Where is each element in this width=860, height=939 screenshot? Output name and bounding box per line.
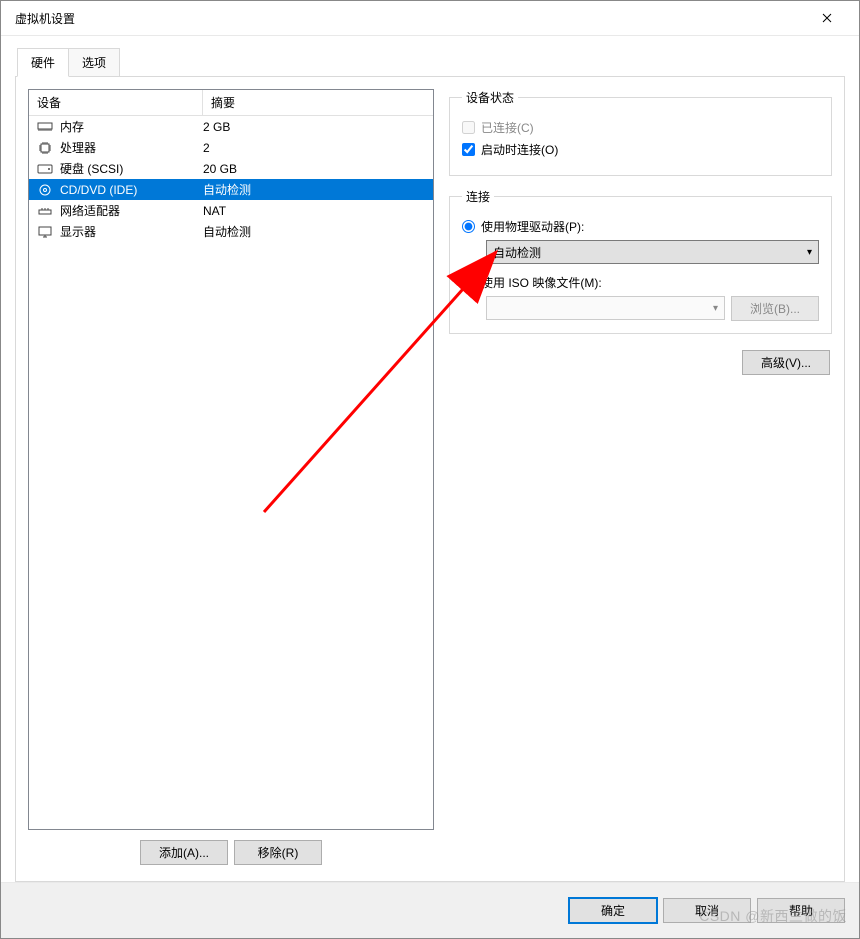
browse-button: 浏览(B)... [731, 296, 819, 321]
tab-panel-hardware: 设备 摘要 内存 2 GB 处理器 2 硬盘 [15, 76, 845, 882]
chevron-down-icon: ▾ [807, 247, 812, 258]
vm-settings-dialog: 虚拟机设置 硬件 选项 设备 摘要 内存 2 GB [0, 0, 860, 939]
device-name: 内存 [60, 118, 203, 135]
use-physical-radio-row[interactable]: 使用物理驱动器(P): [462, 218, 819, 235]
use-iso-label: 使用 ISO 映像文件(M): [481, 274, 602, 291]
physical-drive-value: 自动检测 [493, 244, 541, 261]
right-pane: 设备状态 已连接(C) 启动时连接(O) 连接 使用物理驱动器(P): [449, 89, 832, 869]
connected-label: 已连接(C) [481, 119, 534, 136]
display-icon [35, 224, 55, 240]
device-name: 显示器 [60, 223, 203, 240]
connect-poweron-checkbox-row[interactable]: 启动时连接(O) [462, 141, 819, 158]
col-header-device[interactable]: 设备 [29, 90, 203, 115]
device-list[interactable]: 设备 摘要 内存 2 GB 处理器 2 硬盘 [28, 89, 434, 830]
device-row-memory[interactable]: 内存 2 GB [29, 116, 433, 137]
tab-strip: 硬件 选项 [17, 48, 845, 77]
advanced-button[interactable]: 高级(V)... [742, 350, 830, 375]
device-row-cddvd[interactable]: CD/DVD (IDE) 自动检测 [29, 179, 433, 200]
close-button[interactable] [804, 1, 849, 36]
connection-legend: 连接 [462, 188, 494, 205]
add-button[interactable]: 添加(A)... [140, 840, 228, 865]
use-iso-radio-row[interactable]: 使用 ISO 映像文件(M): [462, 274, 819, 291]
device-list-header: 设备 摘要 [29, 90, 433, 116]
connected-checkbox [462, 121, 475, 134]
device-status-legend: 设备状态 [462, 89, 518, 106]
network-icon [35, 203, 55, 219]
left-pane: 设备 摘要 内存 2 GB 处理器 2 硬盘 [28, 89, 434, 869]
device-status-group: 设备状态 已连接(C) 启动时连接(O) [449, 89, 832, 176]
advanced-row: 高级(V)... [449, 350, 832, 375]
cancel-button[interactable]: 取消 [663, 898, 751, 923]
device-summary: NAT [203, 204, 433, 218]
content-area: 硬件 选项 设备 摘要 内存 2 GB [1, 36, 859, 882]
device-summary: 自动检测 [203, 181, 433, 198]
titlebar: 虚拟机设置 [1, 1, 859, 36]
remove-button[interactable]: 移除(R) [234, 840, 322, 865]
use-physical-radio[interactable] [462, 220, 475, 233]
tab-options[interactable]: 选项 [69, 48, 120, 77]
memory-icon [35, 119, 55, 135]
device-row-display[interactable]: 显示器 自动检测 [29, 221, 433, 242]
device-summary: 2 [203, 141, 433, 155]
window-title: 虚拟机设置 [11, 10, 804, 27]
connection-group: 连接 使用物理驱动器(P): 自动检测 ▾ 使用 ISO 映像文件(M): [449, 188, 832, 334]
use-iso-radio[interactable] [462, 276, 475, 289]
device-row-network[interactable]: 网络适配器 NAT [29, 200, 433, 221]
device-name: CD/DVD (IDE) [60, 183, 203, 197]
left-button-row: 添加(A)... 移除(R) [28, 840, 434, 865]
device-name: 硬盘 (SCSI) [60, 160, 203, 177]
device-summary: 自动检测 [203, 223, 433, 240]
device-summary: 2 GB [203, 120, 433, 134]
connected-checkbox-row: 已连接(C) [462, 119, 819, 136]
col-header-summary[interactable]: 摘要 [203, 90, 433, 115]
physical-drive-select[interactable]: 自动检测 ▾ [486, 240, 819, 264]
help-button[interactable]: 帮助 [757, 898, 845, 923]
device-name: 处理器 [60, 139, 203, 156]
dialog-button-bar: 确定 取消 帮助 [1, 882, 859, 938]
cd-icon [35, 182, 55, 198]
iso-path-row: ▾ 浏览(B)... [486, 296, 819, 321]
device-row-harddisk[interactable]: 硬盘 (SCSI) 20 GB [29, 158, 433, 179]
connect-poweron-checkbox[interactable] [462, 143, 475, 156]
use-physical-label: 使用物理驱动器(P): [481, 218, 584, 235]
ok-button[interactable]: 确定 [569, 898, 657, 923]
iso-path-combo: ▾ [486, 296, 725, 320]
chevron-down-icon: ▾ [713, 303, 718, 314]
connect-poweron-label: 启动时连接(O) [481, 141, 558, 158]
physical-drive-select-wrap: 自动检测 ▾ [486, 240, 819, 264]
cpu-icon [35, 140, 55, 156]
device-name: 网络适配器 [60, 202, 203, 219]
device-row-cpu[interactable]: 处理器 2 [29, 137, 433, 158]
tab-hardware[interactable]: 硬件 [17, 48, 69, 77]
harddisk-icon [35, 161, 55, 177]
device-summary: 20 GB [203, 162, 433, 176]
